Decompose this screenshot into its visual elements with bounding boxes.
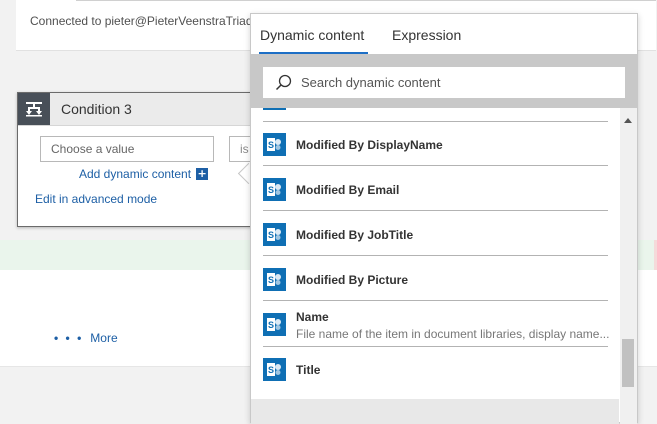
list-item[interactable]: S Title bbox=[263, 347, 608, 391]
condition-card[interactable]: Condition 3 is Add dynamic content + Edi… bbox=[17, 92, 277, 227]
more-button[interactable]: • • • More bbox=[54, 331, 118, 345]
item-label: Modified By JobTitle bbox=[296, 228, 414, 242]
flyout-tabs: Dynamic content Expression bbox=[251, 14, 637, 54]
list-item-partial[interactable]: S bbox=[263, 108, 608, 122]
list-section-footer bbox=[251, 399, 619, 424]
dynamic-content-flyout: Dynamic content Expression S S Modified … bbox=[250, 13, 638, 424]
condition-icon bbox=[18, 93, 50, 125]
dynamic-content-list: S S Modified By DisplayName S Modified B… bbox=[251, 108, 619, 424]
item-label: Modified By Email bbox=[296, 183, 400, 197]
choose-value-input[interactable] bbox=[40, 136, 214, 162]
card-divider bbox=[76, 0, 656, 1]
sharepoint-icon: S bbox=[263, 313, 286, 336]
sharepoint-icon: S bbox=[263, 133, 286, 156]
sharepoint-icon: S bbox=[263, 268, 286, 291]
sharepoint-icon: S bbox=[263, 223, 286, 246]
list-item[interactable]: S Name File name of the item in document… bbox=[263, 302, 610, 347]
svg-text:S: S bbox=[268, 365, 274, 375]
svg-text:S: S bbox=[268, 140, 274, 150]
item-label: Title bbox=[296, 363, 321, 377]
scrollbar[interactable] bbox=[620, 108, 637, 424]
search-bar bbox=[251, 54, 637, 108]
tab-dynamic-content[interactable]: Dynamic content bbox=[260, 27, 364, 43]
list-item[interactable]: S Modified By Picture bbox=[263, 257, 608, 301]
tab-expression[interactable]: Expression bbox=[392, 27, 461, 43]
svg-text:S: S bbox=[268, 320, 274, 330]
more-label: More bbox=[90, 331, 118, 345]
scrollbar-thumb[interactable] bbox=[622, 339, 634, 387]
edit-advanced-mode-link[interactable]: Edit in advanced mode bbox=[35, 192, 157, 206]
sharepoint-icon: S bbox=[263, 178, 286, 201]
condition-header[interactable]: Condition 3 bbox=[18, 93, 276, 126]
plus-icon: + bbox=[196, 167, 209, 180]
add-dynamic-content-link[interactable]: Add dynamic content + bbox=[79, 167, 209, 181]
list-item[interactable]: S Modified By JobTitle bbox=[263, 212, 608, 256]
item-description: File name of the item in document librar… bbox=[296, 327, 610, 341]
search-box[interactable] bbox=[263, 67, 625, 98]
more-dots-icon: • • • bbox=[54, 331, 84, 345]
search-input[interactable] bbox=[301, 67, 616, 98]
list-item[interactable]: S Modified By DisplayName bbox=[263, 122, 608, 166]
sharepoint-icon: S bbox=[263, 358, 286, 381]
condition-title: Condition 3 bbox=[61, 101, 132, 117]
svg-text:S: S bbox=[268, 230, 274, 240]
connection-text: Connected to pieter@PieterVeenstraTriad bbox=[30, 14, 253, 28]
list-item[interactable]: S Modified By Email bbox=[263, 167, 608, 211]
scroll-up-arrow-icon[interactable] bbox=[624, 118, 632, 123]
search-icon bbox=[275, 74, 292, 91]
item-label: Name bbox=[296, 310, 329, 324]
svg-text:S: S bbox=[268, 185, 274, 195]
add-dynamic-content-label: Add dynamic content bbox=[79, 167, 192, 181]
svg-text:S: S bbox=[268, 275, 274, 285]
item-label: Modified By DisplayName bbox=[296, 138, 443, 152]
item-label: Modified By Picture bbox=[296, 273, 409, 287]
operator-text: is bbox=[240, 142, 249, 156]
sharepoint-icon: S bbox=[263, 108, 286, 110]
